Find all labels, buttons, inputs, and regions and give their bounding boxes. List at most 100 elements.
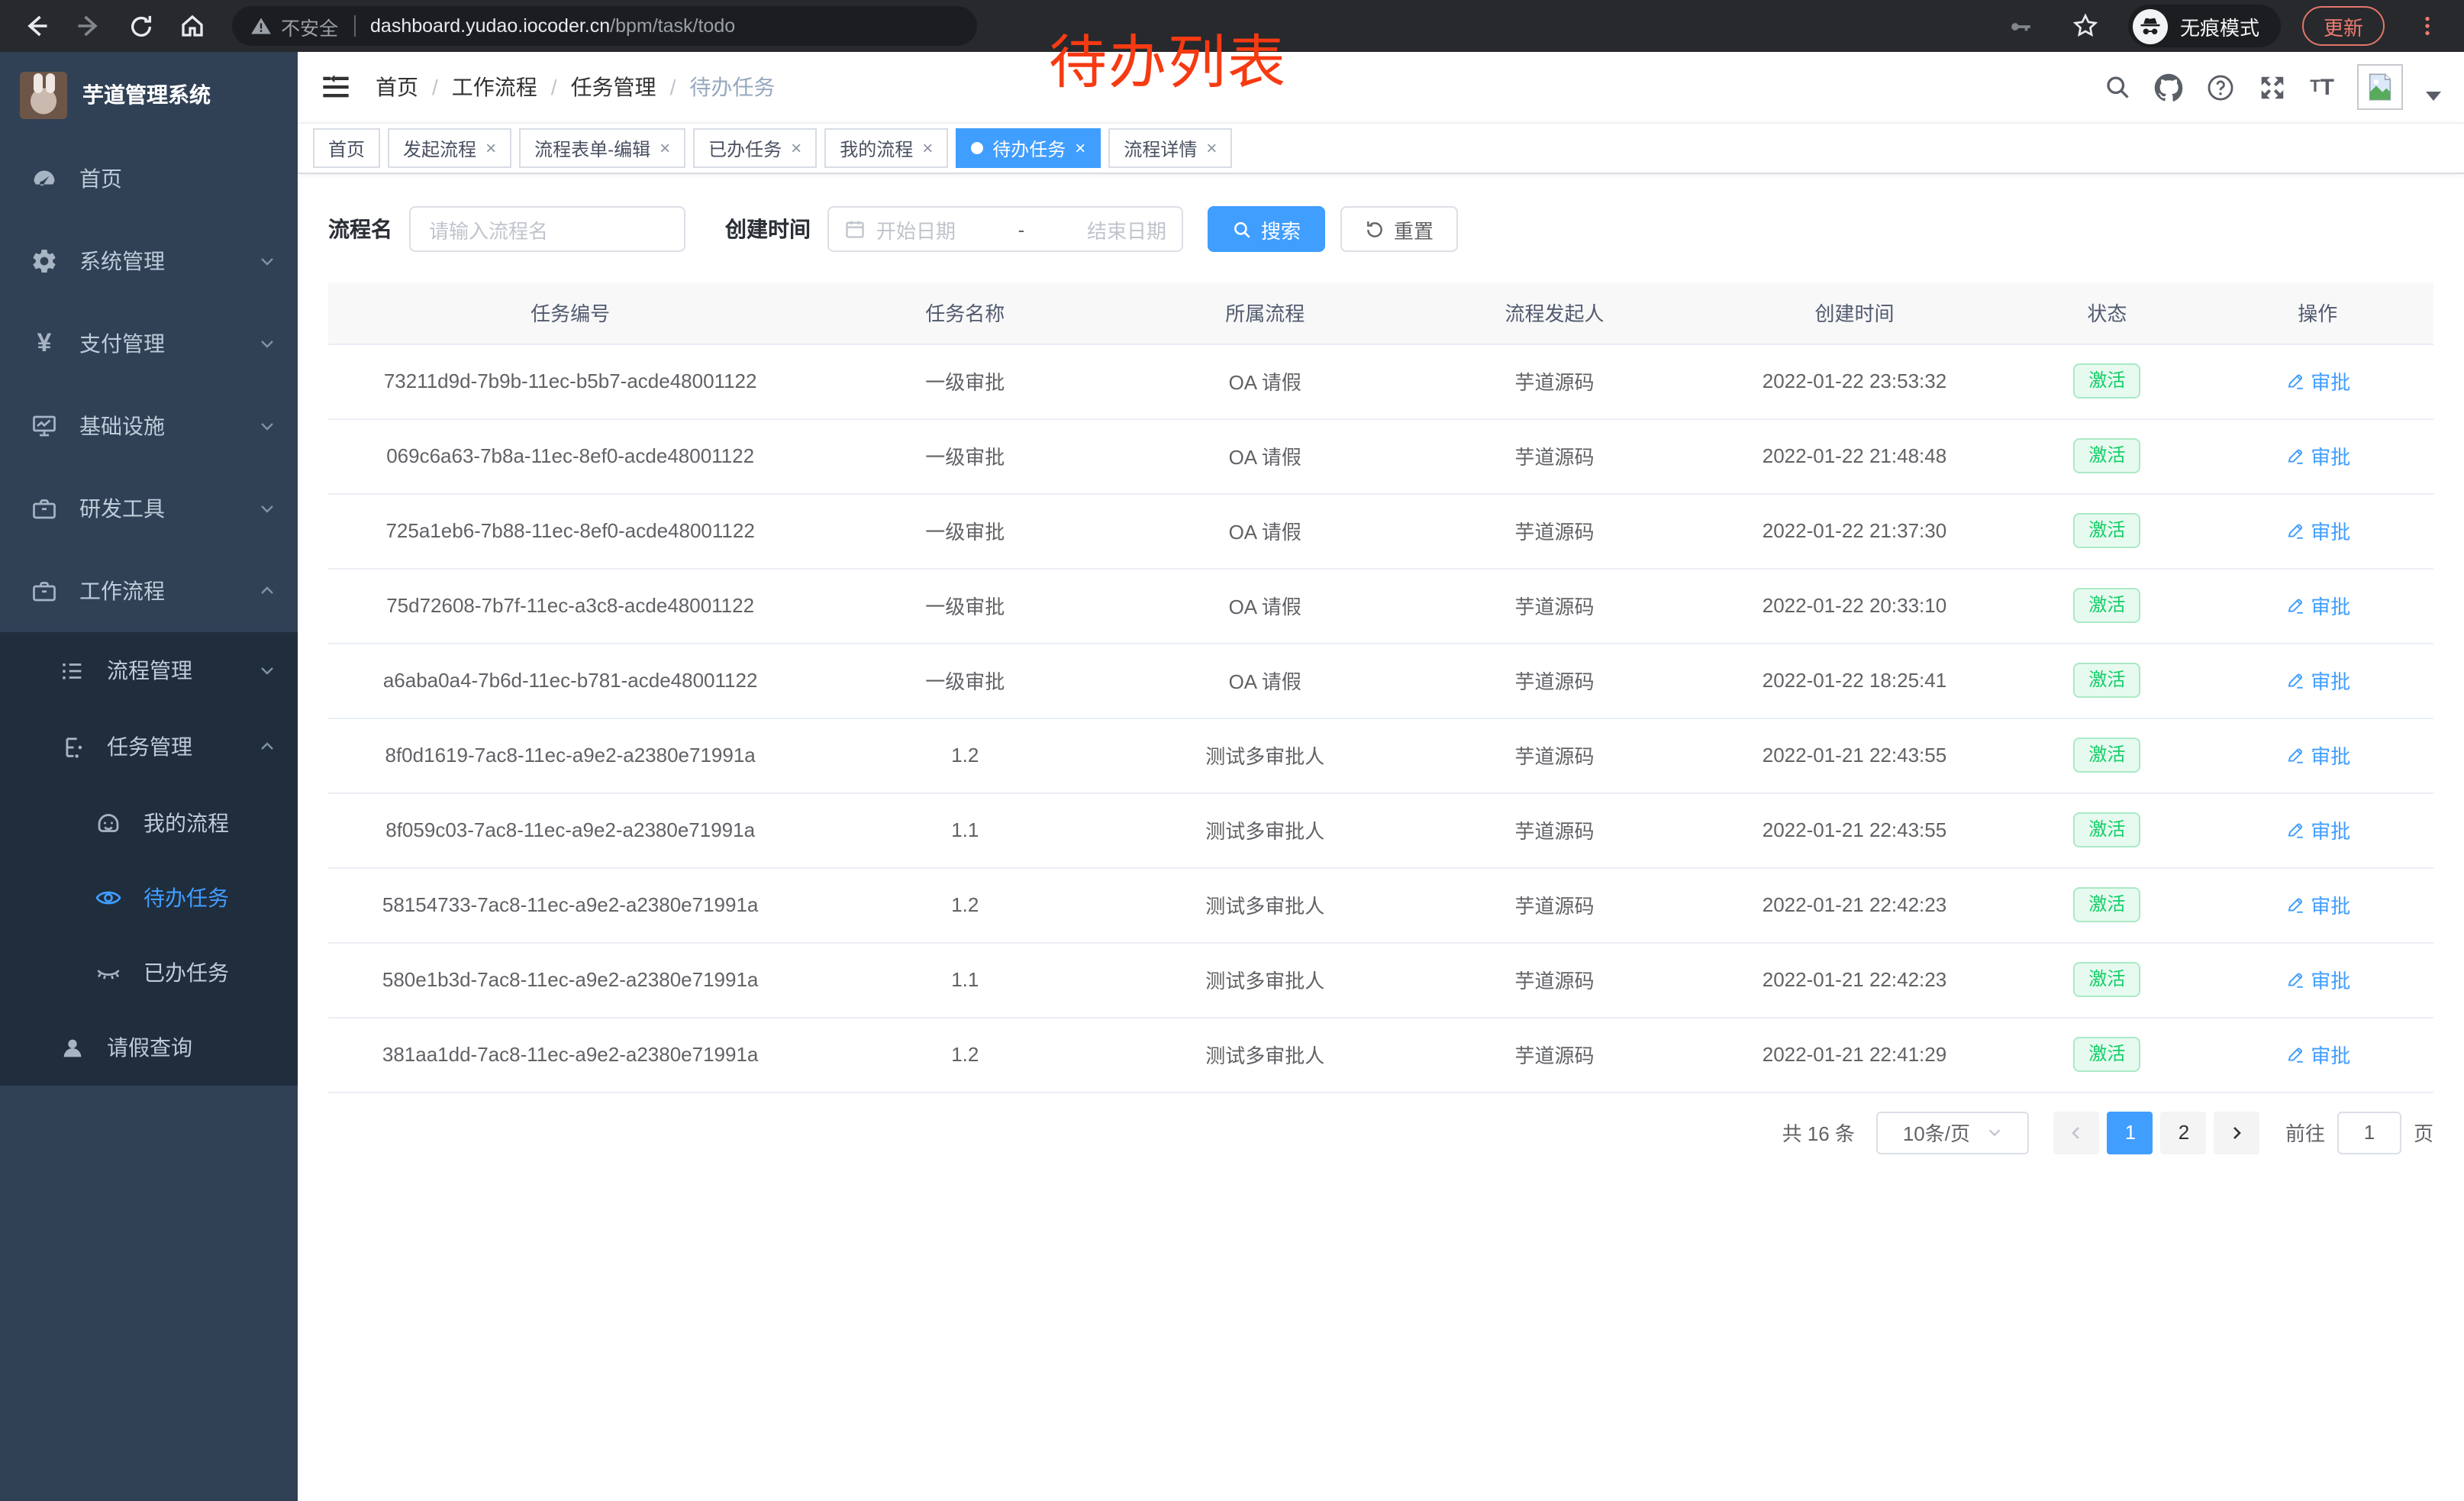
tab-我的流程[interactable]: 我的流程× — [824, 128, 948, 168]
browser-reload-icon[interactable] — [119, 5, 162, 47]
breadcrumb-workflow[interactable]: 工作流程 — [452, 72, 537, 102]
tab-发起流程[interactable]: 发起流程× — [388, 128, 511, 168]
tab-流程详情[interactable]: 流程详情× — [1108, 128, 1232, 168]
breadcrumb-task-mgmt[interactable]: 任务管理 — [571, 72, 656, 102]
tab-close-icon[interactable]: × — [1206, 139, 1217, 157]
status-badge: 激活 — [2073, 513, 2140, 548]
dashboard-icon — [31, 165, 58, 192]
cell-actions: 审批 — [2202, 568, 2433, 643]
cell-task-id: 73211d9d-7b9b-11ec-b5b7-acde48001122 — [328, 344, 812, 418]
search-button[interactable]: 搜索 — [1208, 206, 1325, 252]
sidebar-item-payment[interactable]: ¥ 支付管理 — [0, 302, 298, 385]
page-size-select[interactable]: 10条/页 — [1876, 1111, 2029, 1154]
sidebar-item-infra[interactable]: 基础设施 — [0, 385, 298, 467]
sidebar-item-my-process[interactable]: 我的流程 — [0, 785, 298, 860]
tab-待办任务[interactable]: 待办任务 × — [956, 128, 1101, 168]
filter-form: 流程名 请输入流程名 创建时间 开始日期 - 结束日期 搜索 — [328, 206, 2433, 252]
tab-close-icon[interactable]: × — [791, 139, 801, 157]
cell-task-id: 75d72608-7b7f-11ec-a3c8-acde48001122 — [328, 568, 812, 643]
process-name-input[interactable]: 请输入流程名 — [409, 206, 685, 252]
end-date-placeholder: 结束日期 — [1087, 215, 1166, 244]
tab-close-icon[interactable]: × — [922, 139, 933, 157]
prev-page-button[interactable] — [2054, 1111, 2100, 1154]
page-size-value: 10条/页 — [1903, 1118, 1970, 1147]
browser-home-icon[interactable] — [171, 5, 214, 47]
date-range-picker[interactable]: 开始日期 - 结束日期 — [827, 206, 1183, 252]
cell-task-name: 1.1 — [812, 942, 1118, 1017]
goto-page-input[interactable]: 1 — [2337, 1111, 2401, 1154]
browser-menu-icon[interactable] — [2406, 5, 2449, 47]
sidebar-item-home[interactable]: 首页 — [0, 137, 298, 220]
approve-link[interactable]: 审批 — [2285, 666, 2350, 695]
goto-suffix: 页 — [2414, 1118, 2433, 1147]
tab-流程表单-编辑[interactable]: 流程表单-编辑× — [519, 128, 685, 168]
cell-created: 2022-01-22 20:33:10 — [1697, 568, 2013, 643]
font-size-icon[interactable]: TT — [2310, 74, 2334, 100]
app-logo[interactable]: 芋道管理系统 — [0, 52, 298, 137]
next-page-button[interactable] — [2214, 1111, 2260, 1154]
page-button-2[interactable]: 2 — [2161, 1111, 2207, 1154]
status-badge: 激活 — [2073, 812, 2140, 847]
sidebar-item-leave-query[interactable]: 请假查询 — [0, 1009, 298, 1086]
chevron-up-icon — [258, 582, 276, 600]
password-key-icon[interactable] — [2000, 5, 2043, 47]
cell-status: 激活 — [2012, 418, 2201, 493]
list-icon — [58, 657, 85, 684]
cell-task-id: 58154733-7ac8-11ec-a9e2-a2380e71991a — [328, 867, 812, 942]
sidebar-item-label: 我的流程 — [144, 807, 276, 838]
url-host: dashboard.yudao.iocoder.cn — [370, 15, 610, 37]
sidebar-item-todo-tasks[interactable]: 待办任务 — [0, 860, 298, 934]
sidebar-fold-icon[interactable] — [321, 72, 351, 102]
cell-actions: 审批 — [2202, 1017, 2433, 1092]
tab-首页[interactable]: 首页 — [313, 128, 380, 168]
tab-label: 已办任务 — [708, 135, 782, 161]
approve-link[interactable]: 审批 — [2285, 965, 2350, 994]
sidebar-item-label: 待办任务 — [144, 882, 276, 912]
avatar[interactable] — [2357, 64, 2403, 110]
col-process: 所属流程 — [1118, 282, 1412, 344]
reset-button[interactable]: 重置 — [1340, 206, 1458, 252]
approve-link[interactable]: 审批 — [2285, 1040, 2350, 1069]
cell-created: 2022-01-21 22:42:23 — [1697, 867, 2013, 942]
sidebar-item-label: 已办任务 — [144, 957, 276, 987]
sidebar-item-system[interactable]: 系统管理 — [0, 220, 298, 302]
sidebar-item-done-tasks[interactable]: 已办任务 — [0, 934, 298, 1009]
breadcrumb-home[interactable]: 首页 — [376, 72, 418, 102]
approve-link[interactable]: 审批 — [2285, 591, 2350, 620]
fullscreen-icon[interactable] — [2258, 73, 2287, 102]
sidebar-item-workflow[interactable]: 工作流程 — [0, 550, 298, 632]
sidebar-item-devtools[interactable]: 研发工具 — [0, 467, 298, 550]
approve-link[interactable]: 审批 — [2285, 890, 2350, 919]
tab-close-icon[interactable]: × — [660, 139, 670, 157]
browser-forward-icon[interactable] — [67, 5, 110, 47]
tab-label: 待办任务 — [992, 135, 1066, 161]
tab-已办任务[interactable]: 已办任务 × — [693, 128, 817, 168]
page-button-1[interactable]: 1 — [2108, 1111, 2153, 1154]
approve-link[interactable]: 审批 — [2285, 815, 2350, 844]
logo-image — [20, 71, 67, 118]
bookmark-star-icon[interactable] — [2064, 5, 2107, 47]
monitor-icon — [31, 412, 58, 440]
main-area: 首页 / 工作流程 / 任务管理 / 待办任务 — [298, 52, 2464, 1501]
browser-back-icon[interactable] — [15, 5, 58, 47]
sidebar-item-task-mgmt[interactable]: 任务管理 — [0, 709, 298, 785]
approve-link[interactable]: 审批 — [2285, 741, 2350, 770]
browser-update-button[interactable]: 更新 — [2302, 6, 2385, 46]
cell-actions: 审批 — [2202, 493, 2433, 568]
github-icon[interactable] — [2154, 73, 2183, 102]
sidebar-item-process-mgmt[interactable]: 流程管理 — [0, 632, 298, 709]
approve-link-label: 审批 — [2311, 591, 2350, 620]
address-bar[interactable]: 不安全 dashboard.yudao.iocoder.cn/bpm/task/… — [232, 6, 977, 46]
search-icon[interactable] — [2104, 73, 2131, 101]
approve-link[interactable]: 审批 — [2285, 366, 2350, 395]
tab-close-icon[interactable]: × — [1075, 139, 1085, 157]
avatar-caret-icon[interactable] — [2426, 92, 2441, 101]
approve-link[interactable]: 审批 — [2285, 441, 2350, 470]
create-time-label: 创建时间 — [725, 214, 811, 244]
tab-close-icon[interactable]: × — [485, 139, 496, 157]
help-icon[interactable] — [2206, 73, 2235, 102]
chevron-down-icon — [258, 417, 276, 435]
approve-link[interactable]: 审批 — [2285, 516, 2350, 545]
sidebar-item-label: 系统管理 — [79, 246, 258, 276]
cell-actions: 审批 — [2202, 718, 2433, 792]
